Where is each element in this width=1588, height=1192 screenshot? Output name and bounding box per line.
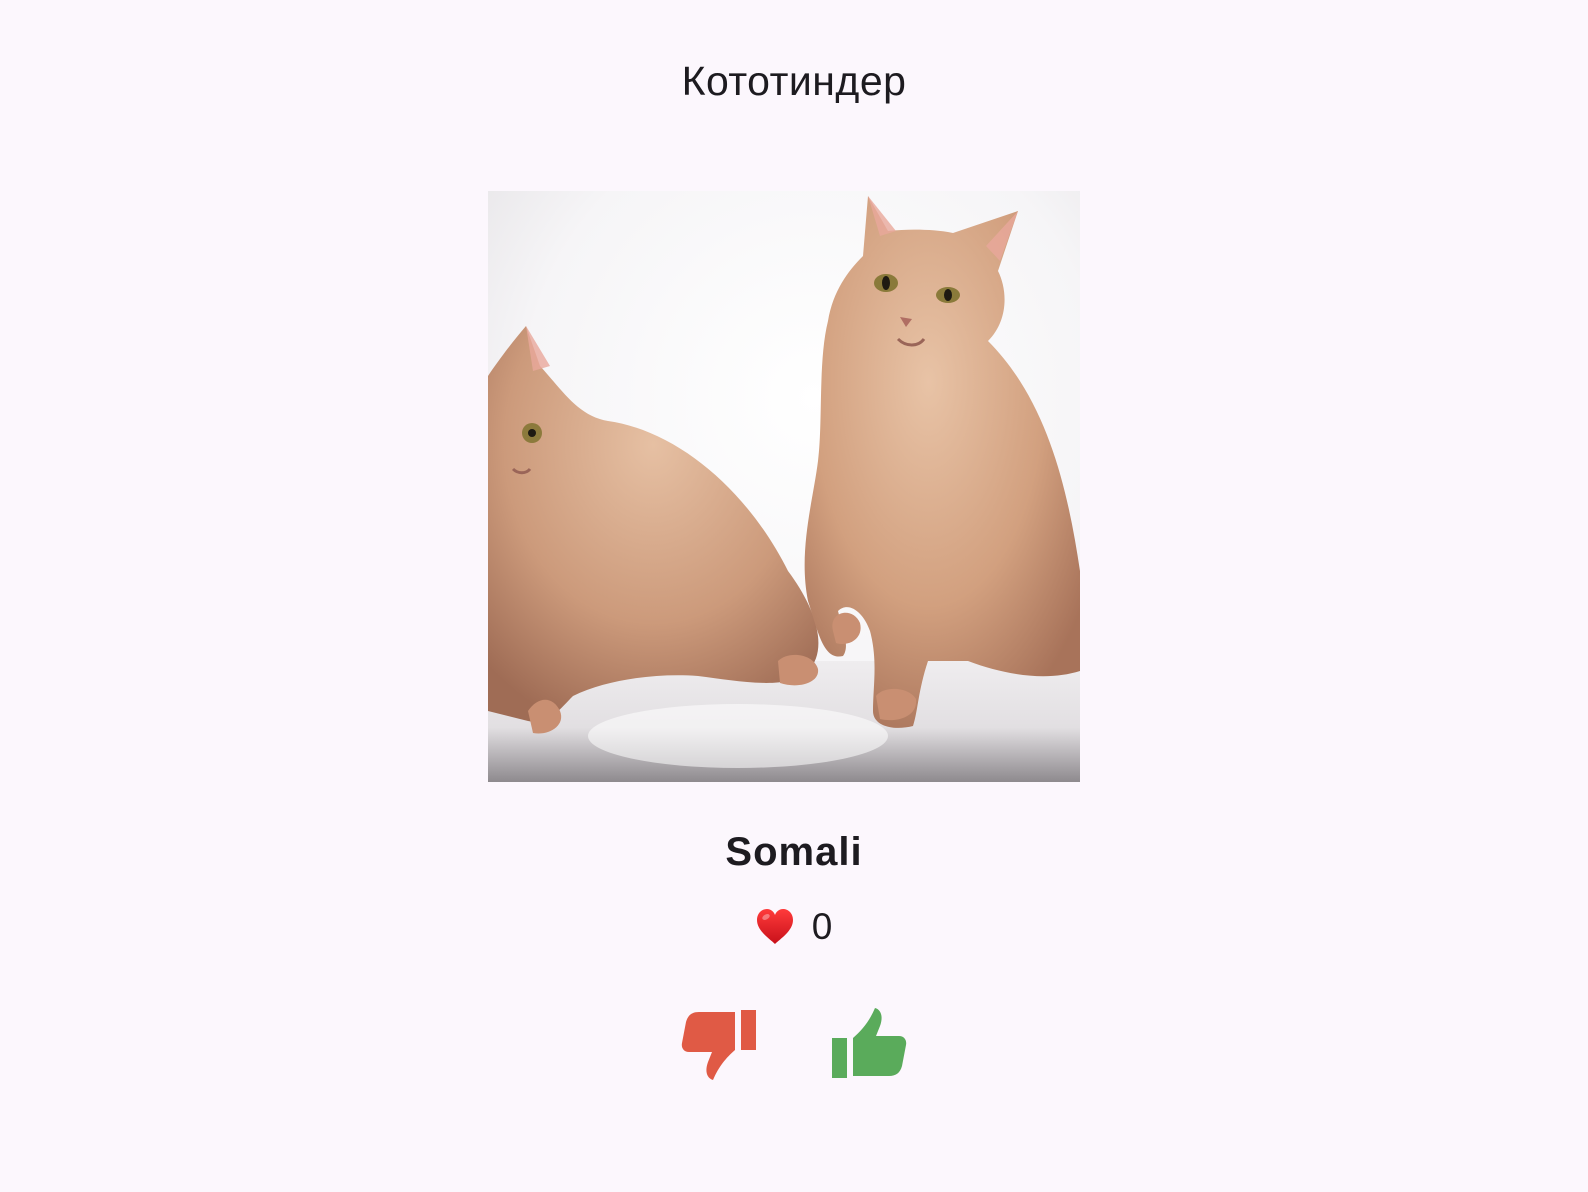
- likes-count: 0: [811, 906, 833, 947]
- like-button[interactable]: [831, 1006, 907, 1082]
- vote-actions: [0, 1006, 1588, 1082]
- breed-name: Somali: [725, 830, 863, 874]
- heart-icon: [756, 909, 793, 944]
- thumbs-up-icon: [832, 1008, 907, 1078]
- cat-photo: [488, 191, 1080, 782]
- dislike-button[interactable]: [681, 1006, 757, 1082]
- likes-counter: 0: [0, 904, 1588, 950]
- app-title: Кототиндер: [681, 58, 907, 105]
- thumbs-down-icon: [681, 1010, 756, 1080]
